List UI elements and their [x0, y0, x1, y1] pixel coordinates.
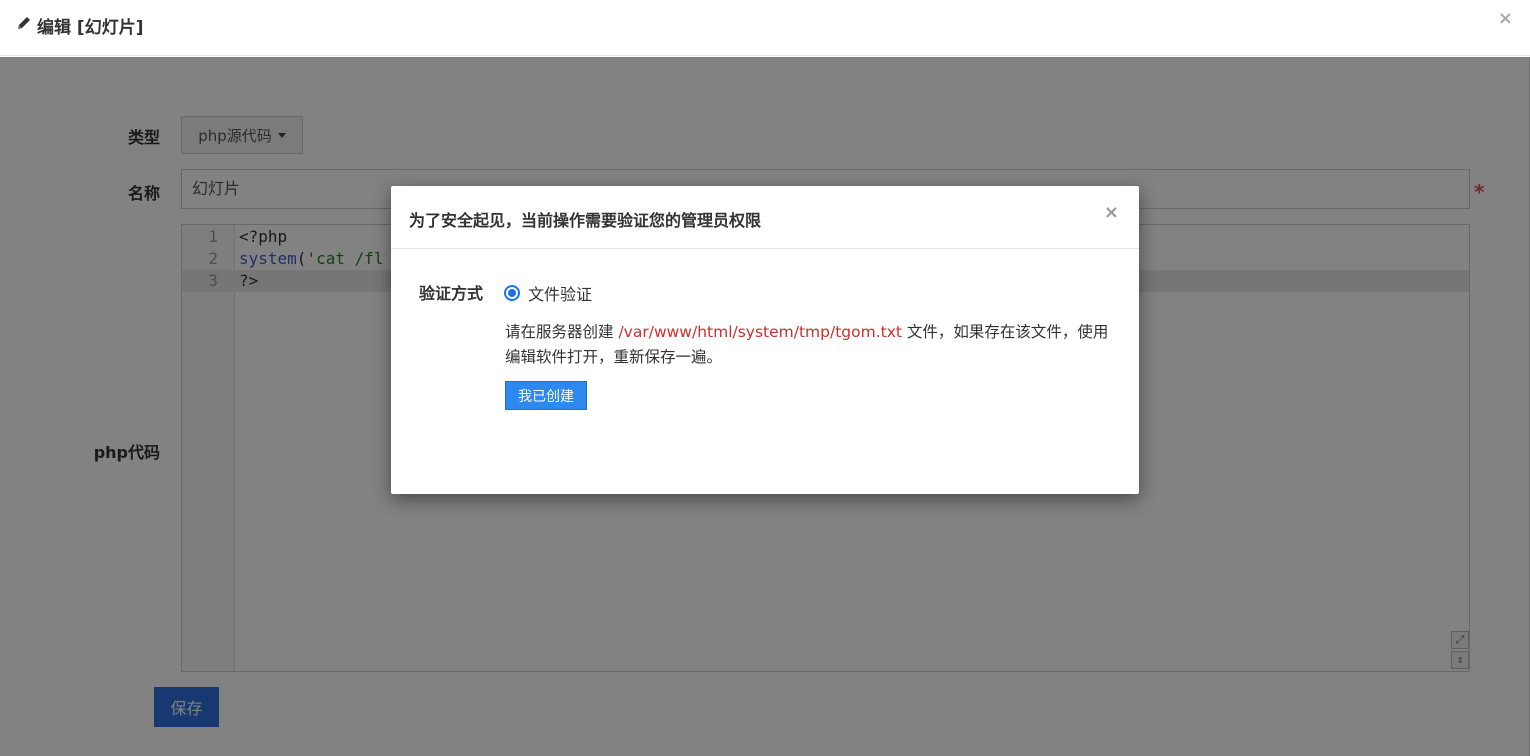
pencil-icon — [16, 15, 32, 36]
confirm-created-button[interactable]: 我已创建 — [505, 381, 587, 410]
radio-selected-icon[interactable] — [504, 285, 520, 301]
outer-close-icon[interactable]: × — [1498, 8, 1513, 29]
outer-modal-header: 编辑 [幻灯片] × — [0, 0, 1530, 56]
dialog-title: 为了安全起见，当前操作需要验证您的管理员权限 — [409, 211, 762, 230]
file-verify-option[interactable]: 文件验证 — [504, 281, 592, 305]
dialog-close-icon[interactable]: × — [1104, 202, 1119, 223]
instruction-prefix: 请在服务器创建 — [505, 323, 614, 341]
dialog-header: 为了安全起见，当前操作需要验证您的管理员权限 × — [391, 186, 1139, 249]
verify-method-label: 验证方式 — [419, 284, 484, 303]
admin-verify-dialog: 为了安全起见，当前操作需要验证您的管理员权限 × 验证方式 文件验证 请在服务器… — [391, 186, 1139, 494]
file-path: /var/www/html/system/tmp/tgom.txt — [618, 323, 902, 341]
outer-modal-title-text: 编辑 [幻灯片] — [37, 18, 144, 38]
file-verify-option-label: 文件验证 — [528, 285, 593, 304]
verify-instruction: 请在服务器创建 /var/www/html/system/tmp/tgom.tx… — [505, 320, 1115, 370]
outer-modal-title: 编辑 [幻灯片] — [16, 13, 143, 38]
